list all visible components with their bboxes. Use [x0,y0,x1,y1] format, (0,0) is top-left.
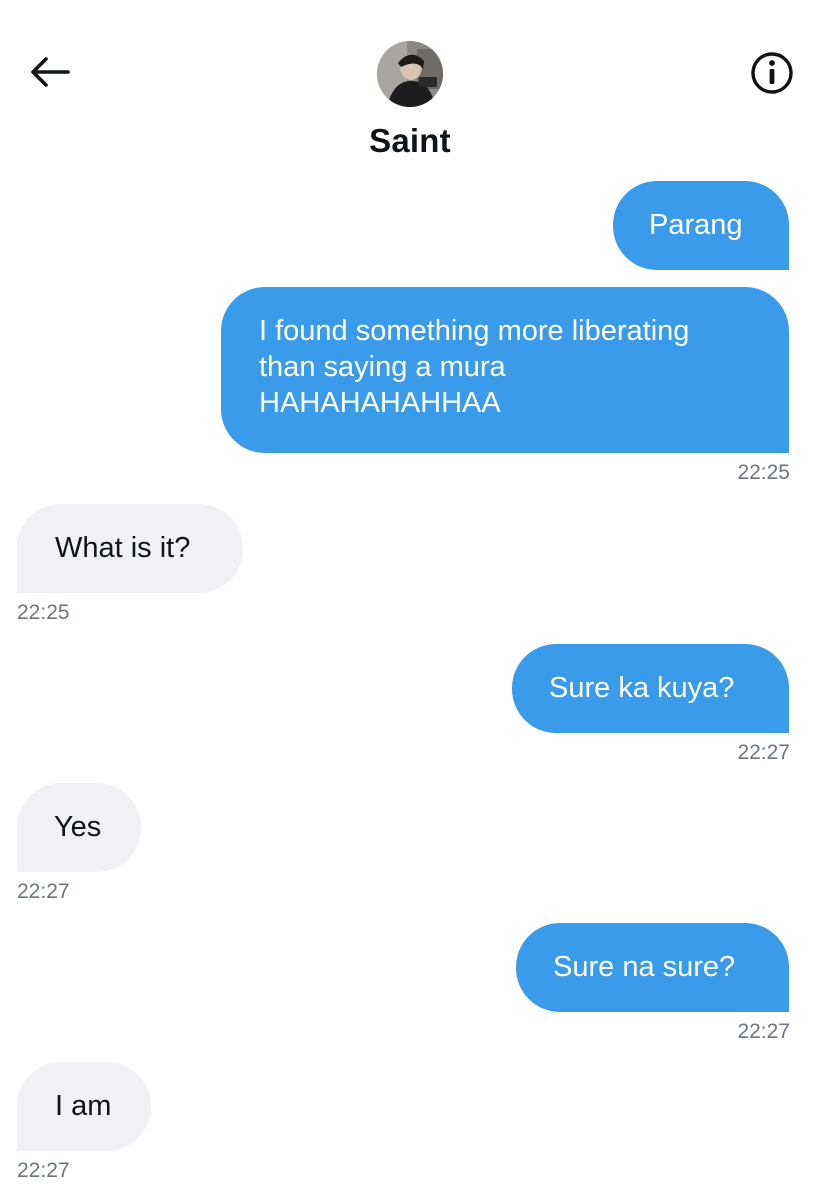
arrow-left-icon [31,57,70,87]
message-bubble-outgoing[interactable]: I found something more liberating than s… [221,287,789,453]
message-bubble-outgoing[interactable]: Parang [613,181,789,270]
message-timestamp: 22:27 [17,880,70,903]
message-bubble-incoming[interactable]: Yes [17,783,141,872]
message-timestamp: 22:27 [737,741,790,764]
avatar[interactable] [377,41,443,107]
back-button[interactable] [28,52,72,92]
info-icon [751,52,793,94]
contact-name[interactable]: Saint [0,122,820,160]
avatar-image [377,41,443,107]
message-timestamp: 22:25 [17,601,70,624]
message-timestamp: 22:27 [737,1020,790,1043]
message-bubble-outgoing[interactable]: Sure na sure? [516,923,789,1012]
message-bubble-incoming[interactable]: What is it? [17,504,243,593]
message-bubble-incoming[interactable]: I am [17,1062,151,1151]
conversation-info-button[interactable] [748,49,796,97]
message-timestamp: 22:27 [17,1159,70,1182]
message-timestamp: 22:25 [737,461,790,484]
message-bubble-outgoing[interactable]: Sure ka kuya? [512,644,789,733]
